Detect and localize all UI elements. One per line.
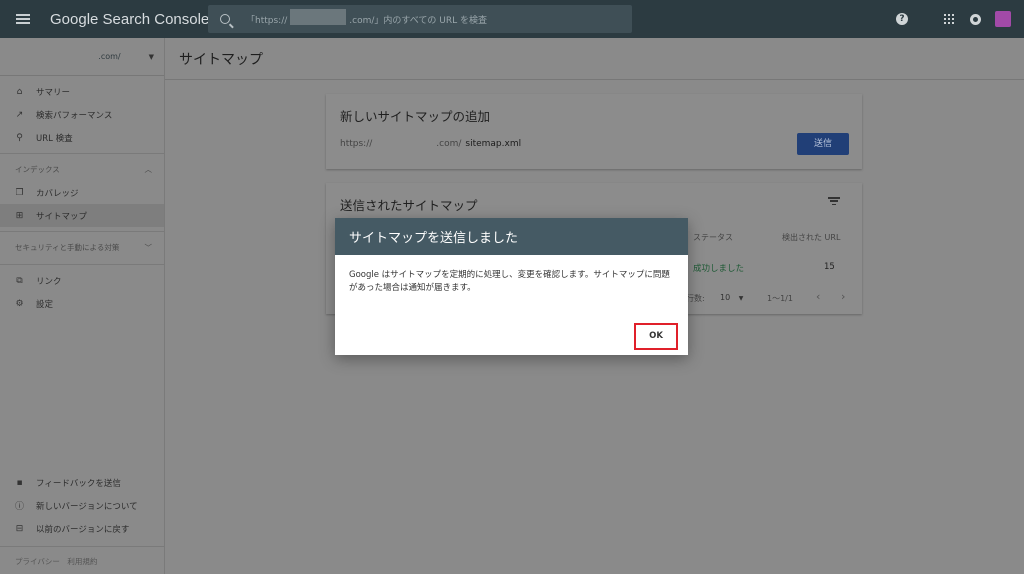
submit-sitemap-button[interactable]: 送信 bbox=[797, 133, 849, 155]
app-title[interactable]: Google Search Console bbox=[50, 11, 209, 28]
help-icon[interactable]: ? bbox=[896, 13, 908, 25]
sitemap-icon: ⊞ bbox=[15, 210, 24, 221]
dialog-title: サイトマップを送信しました bbox=[335, 218, 688, 255]
row-status: 成功しました bbox=[693, 264, 745, 274]
property-selector[interactable]: .com/ ▼ bbox=[0, 38, 164, 76]
top-app-bar: Google Search Console 「https://.com/」内のす… bbox=[0, 0, 1024, 38]
sidebar-item-links[interactable]: ⧉ リンク bbox=[0, 269, 164, 292]
chevron-left-icon[interactable]: ‹ bbox=[816, 290, 820, 303]
chevron-up-icon: ︿ bbox=[144, 165, 153, 174]
sidebar-item-new-version[interactable]: ⓘ 新しいバージョンについて bbox=[0, 494, 165, 517]
redacted-block bbox=[290, 8, 346, 25]
gear-icon: ⚙ bbox=[15, 298, 24, 309]
link-icon: ⧉ bbox=[16, 275, 23, 286]
chevron-right-icon[interactable]: › bbox=[841, 290, 845, 303]
search-placeholder[interactable]: 「https://.com/」内のすべての URL を検査 bbox=[246, 8, 487, 26]
notifications-icon[interactable] bbox=[970, 13, 981, 25]
sidebar: .com/ ▼ ⌂ サマリー ↗ 検索パフォーマンス ⚲ URL 検査 インデッ… bbox=[0, 38, 165, 574]
caret-down-icon: ▼ bbox=[738, 295, 744, 302]
sitemap-url-input[interactable]: https://.com/sitemap.xml bbox=[340, 139, 521, 149]
home-icon: ⌂ bbox=[16, 86, 23, 97]
sidebar-item-old-version[interactable]: ⊟ 以前のバージョンに戻す bbox=[0, 517, 165, 540]
sidebar-item-performance[interactable]: ↗ 検索パフォーマンス bbox=[0, 103, 164, 126]
column-header-discovered-urls[interactable]: 検出された URL bbox=[782, 232, 840, 243]
section-index[interactable]: インデックス ︿ bbox=[0, 158, 164, 181]
property-label: .com/ bbox=[98, 52, 121, 61]
legal-links[interactable]: プライバシー 利用規約 bbox=[0, 546, 165, 574]
add-sitemap-card: 新しいサイトマップの追加 https://.com/sitemap.xml 送信 bbox=[326, 94, 862, 169]
avatar[interactable] bbox=[995, 11, 1011, 27]
column-header-status[interactable]: ステータス bbox=[693, 232, 733, 243]
sidebar-item-sitemaps[interactable]: ⊞ サイトマップ bbox=[0, 204, 164, 227]
search-icon bbox=[220, 14, 230, 24]
sidebar-item-feedback[interactable]: ▪ フィードバックを送信 bbox=[0, 471, 165, 494]
filter-icon[interactable] bbox=[828, 197, 840, 205]
search-icon: ⚲ bbox=[16, 132, 23, 143]
page-title: サイトマップ bbox=[165, 38, 1024, 80]
exit-icon: ⊟ bbox=[15, 523, 24, 534]
hamburger-menu-icon[interactable] bbox=[16, 14, 30, 24]
sidebar-item-summary[interactable]: ⌂ サマリー bbox=[0, 80, 164, 103]
row-url-count: 15 bbox=[824, 262, 835, 272]
submitted-sitemaps-title: 送信されたサイトマップ bbox=[340, 198, 478, 213]
sidebar-item-settings[interactable]: ⚙ 設定 bbox=[0, 292, 164, 315]
url-inspect-search[interactable]: 「https://.com/」内のすべての URL を検査 bbox=[208, 5, 632, 33]
feedback-icon: ▪ bbox=[16, 477, 23, 488]
caret-down-icon: ▼ bbox=[148, 52, 154, 61]
ok-button[interactable]: OK bbox=[634, 323, 678, 350]
copy-icon: ❐ bbox=[15, 187, 24, 198]
dialog-message: Google はサイトマップを定期的に処理し、変更を確認します。サイトマップに問… bbox=[349, 270, 670, 293]
chevron-down-icon: ﹀ bbox=[144, 243, 153, 252]
add-sitemap-title: 新しいサイトマップの追加 bbox=[340, 109, 491, 124]
apps-grid-icon[interactable] bbox=[944, 14, 954, 24]
sitemap-submitted-dialog: サイトマップを送信しました Google はサイトマップを定期的に処理し、変更を… bbox=[335, 218, 688, 355]
section-security[interactable]: セキュリティと手動による対策 ﹀ bbox=[0, 236, 164, 260]
pagination-range: 1〜1/1 bbox=[767, 294, 793, 303]
rows-per-page-label: 行数: bbox=[686, 294, 705, 303]
rows-per-page-select[interactable]: 10 ▼ bbox=[720, 293, 743, 302]
sidebar-item-coverage[interactable]: ❐ カバレッジ bbox=[0, 181, 164, 204]
trending-up-icon: ↗ bbox=[15, 109, 24, 120]
info-icon: ⓘ bbox=[15, 502, 25, 512]
sidebar-item-url-inspection[interactable]: ⚲ URL 検査 bbox=[0, 126, 164, 149]
